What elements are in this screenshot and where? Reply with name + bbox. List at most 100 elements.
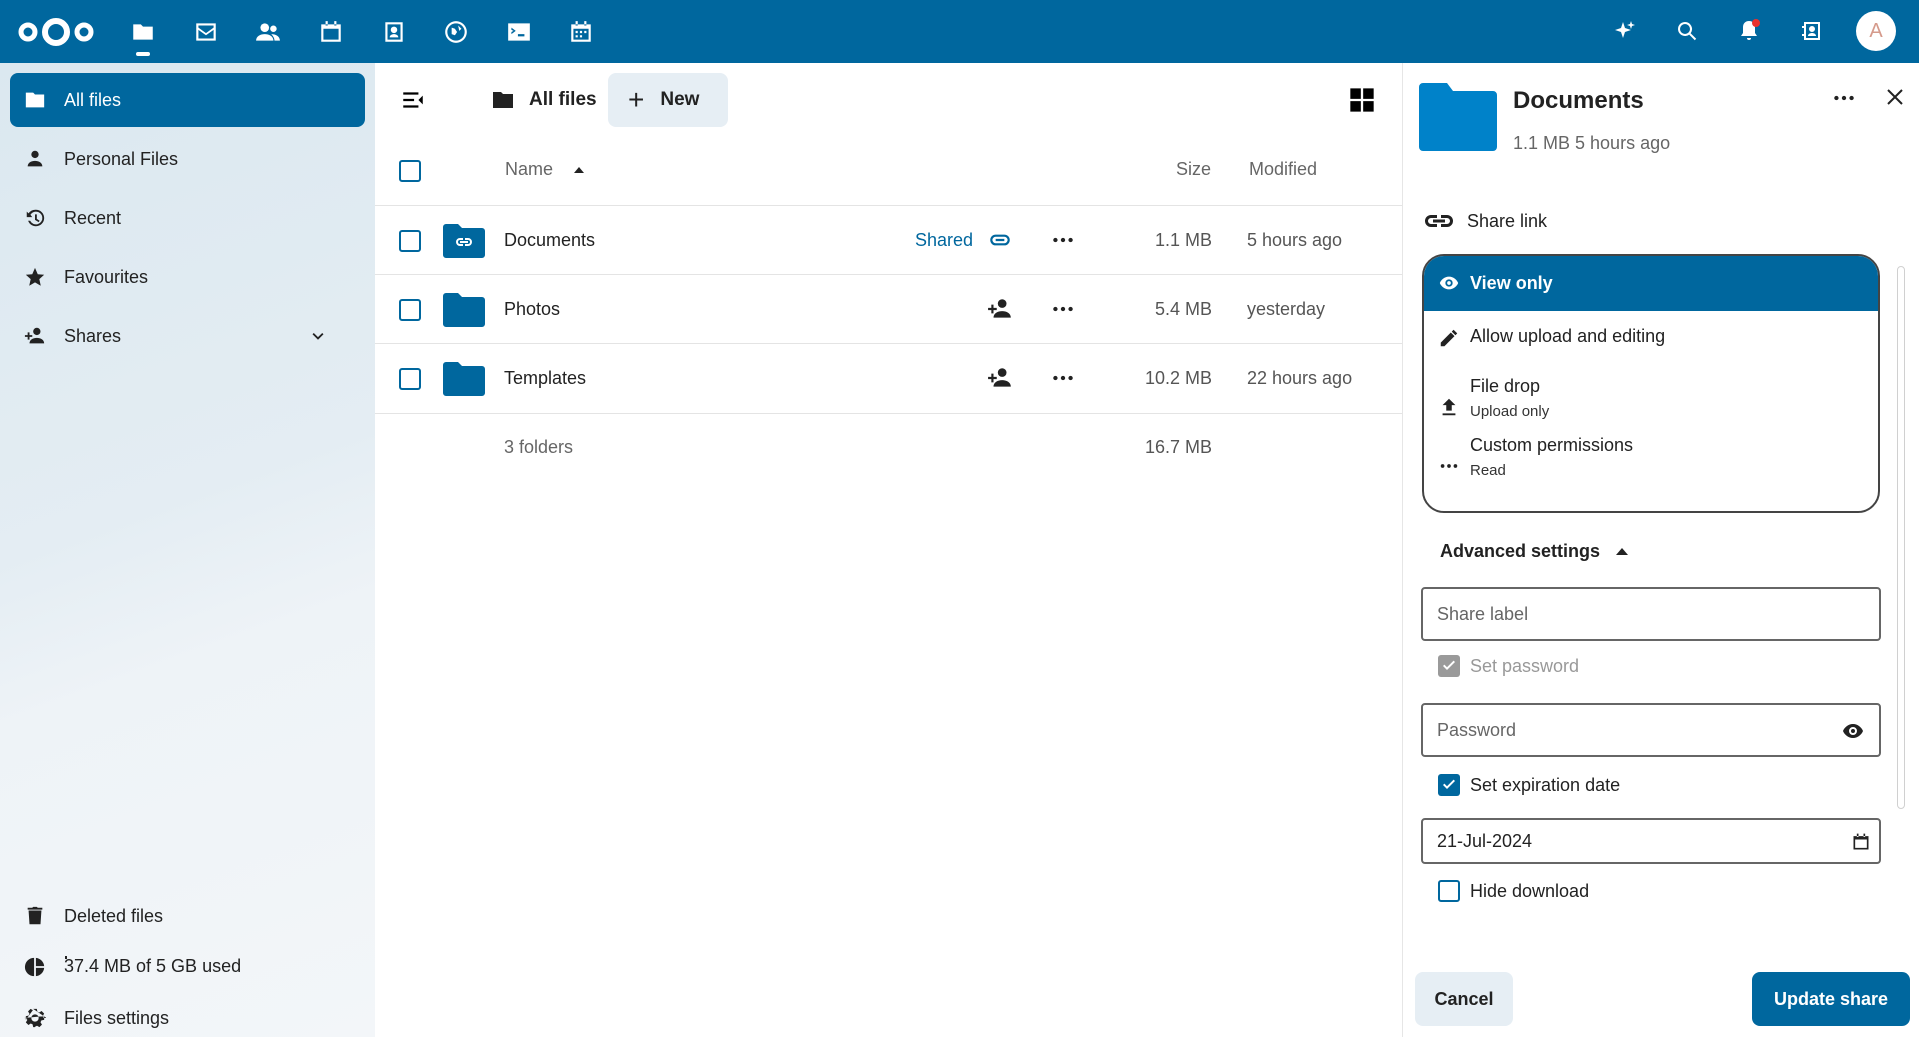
share-person-icon[interactable] [987,296,1013,322]
column-header-modified[interactable]: Modified [1249,159,1317,180]
share-icon [24,327,45,344]
cancel-button[interactable]: Cancel [1415,972,1513,1026]
permission-option-upload-editing[interactable]: Allow upload and editing [1424,326,1878,347]
calendar-app-icon[interactable] [315,16,347,48]
update-share-button[interactable]: Update share [1752,972,1910,1026]
row-checkbox[interactable] [399,368,421,390]
nextcloud-logo[interactable] [16,12,96,52]
sidebar-item-label: Favourites [64,266,149,287]
permission-option-file-drop[interactable]: File drop Upload only [1424,376,1878,420]
files-app-icon[interactable] [127,16,159,48]
eye-icon[interactable] [1841,719,1865,743]
person-icon [27,150,43,167]
terminal-app-icon[interactable] [503,16,535,48]
assistant-icon[interactable] [1608,14,1642,48]
search-icon[interactable] [1670,14,1704,48]
link-icon[interactable] [987,227,1013,253]
sidebar-item-files-settings[interactable]: Files settings [10,991,365,1037]
file-name[interactable]: Documents [504,230,595,251]
new-button[interactable]: + New [608,73,728,127]
row-checkbox[interactable] [399,230,421,252]
set-expiration-checkbox[interactable]: Set expiration date [1438,774,1620,796]
set-password-checkbox[interactable]: Set password [1438,655,1579,677]
activity-app-icon[interactable] [440,16,472,48]
contacts-menu-icon[interactable] [1795,14,1829,48]
mail-app-icon[interactable] [190,16,222,48]
sidebar-item-label: Shares [64,325,122,346]
sidebar-item-recent[interactable]: Recent [10,191,365,245]
panel-scrollbar[interactable] [1897,266,1905,809]
quota-text: 37.4 MB of 5 GB used [64,956,242,976]
sidebar-item-personal-files[interactable]: Personal Files [10,132,365,186]
panel-title: Documents [1513,87,1644,114]
hide-download-checkbox[interactable]: Hide download [1438,880,1589,902]
file-name[interactable]: Templates [504,368,586,389]
notifications-icon[interactable] [1732,14,1766,48]
shared-label[interactable]: Shared [915,230,973,251]
sidebar-item-label: Recent [64,207,122,228]
share-label-input[interactable]: Share label [1421,587,1881,641]
sidebar-item-deleted-files[interactable]: Deleted files [10,889,365,943]
column-header-size[interactable]: Size [1176,159,1211,180]
sidebar-item-label: Personal Files [64,148,179,169]
row-checkbox[interactable] [399,299,421,321]
sidebar-item-favourites[interactable]: Favourites [10,250,365,304]
divider [375,413,1402,414]
deck-app-icon[interactable] [565,16,597,48]
active-app-indicator [136,52,150,56]
folder-icon[interactable] [443,293,485,327]
close-icon[interactable] [1883,85,1907,109]
upload-icon [1442,398,1456,416]
new-button-label: New [660,89,700,110]
expiration-date-input[interactable]: 21-Jul-2024 [1421,818,1881,864]
file-name[interactable]: Photos [504,299,560,320]
files-settings-label: Files settings [64,1007,170,1028]
folder-icon[interactable] [443,362,485,396]
share-link-header[interactable]: Share link [1423,209,1547,233]
share-link-label: Share link [1467,210,1548,231]
more-actions-icon[interactable] [1050,227,1076,253]
notification-badge [1752,19,1760,27]
advanced-settings-toggle[interactable]: Advanced settings [1440,541,1629,562]
gear-icon [24,1008,46,1028]
checkbox-disabled [1438,655,1460,677]
shared-link-folder-icon[interactable] [443,224,485,258]
column-header-name[interactable]: Name [505,159,586,180]
file-size: 10.2 MB [1144,368,1212,388]
more-actions-icon[interactable] [1831,85,1857,111]
share-person-icon[interactable] [987,365,1013,391]
permission-option-custom[interactable]: Custom permissions Read [1424,435,1878,479]
summary-count: 3 folders [504,437,574,457]
photos-app-icon[interactable] [378,16,410,48]
permissions-dropdown[interactable]: View only Allow upload and editing File … [1422,254,1880,513]
files-navigation: All files Personal Files Recent Favourit… [0,63,375,1037]
divider [375,274,1402,275]
file-modified: 22 hours ago [1247,368,1353,388]
pencil-icon [1440,329,1458,347]
more-actions-icon[interactable] [1050,296,1076,322]
grid-view-icon[interactable] [1348,86,1376,114]
select-all-checkbox[interactable] [399,160,421,182]
contacts-app-icon[interactable] [252,16,284,48]
sidebar-item-label: All files [64,89,122,110]
avatar[interactable]: A [1856,11,1896,51]
more-actions-icon[interactable] [1050,365,1076,391]
permission-option-view-only[interactable]: View only [1424,256,1878,311]
breadcrumb[interactable]: All files [475,73,613,127]
divider [375,343,1402,344]
folder-icon [25,92,45,108]
toggle-navigation-icon[interactable] [400,87,426,113]
folder-icon [1419,83,1497,151]
calendar-icon[interactable] [1851,832,1871,852]
sidebar-item-all-files[interactable]: All files [10,73,365,127]
file-modified: 5 hours ago [1247,230,1343,250]
eye-icon [1439,276,1459,290]
star-icon [25,267,45,286]
chevron-down-icon[interactable] [307,326,329,348]
plus-icon: + [628,84,645,115]
top-bar: A [0,0,1919,63]
sidebar-item-shares[interactable]: Shares [10,309,365,363]
file-size: 1.1 MB [1154,230,1212,250]
password-input[interactable]: Password [1421,703,1881,757]
pie-chart-icon [24,957,45,977]
